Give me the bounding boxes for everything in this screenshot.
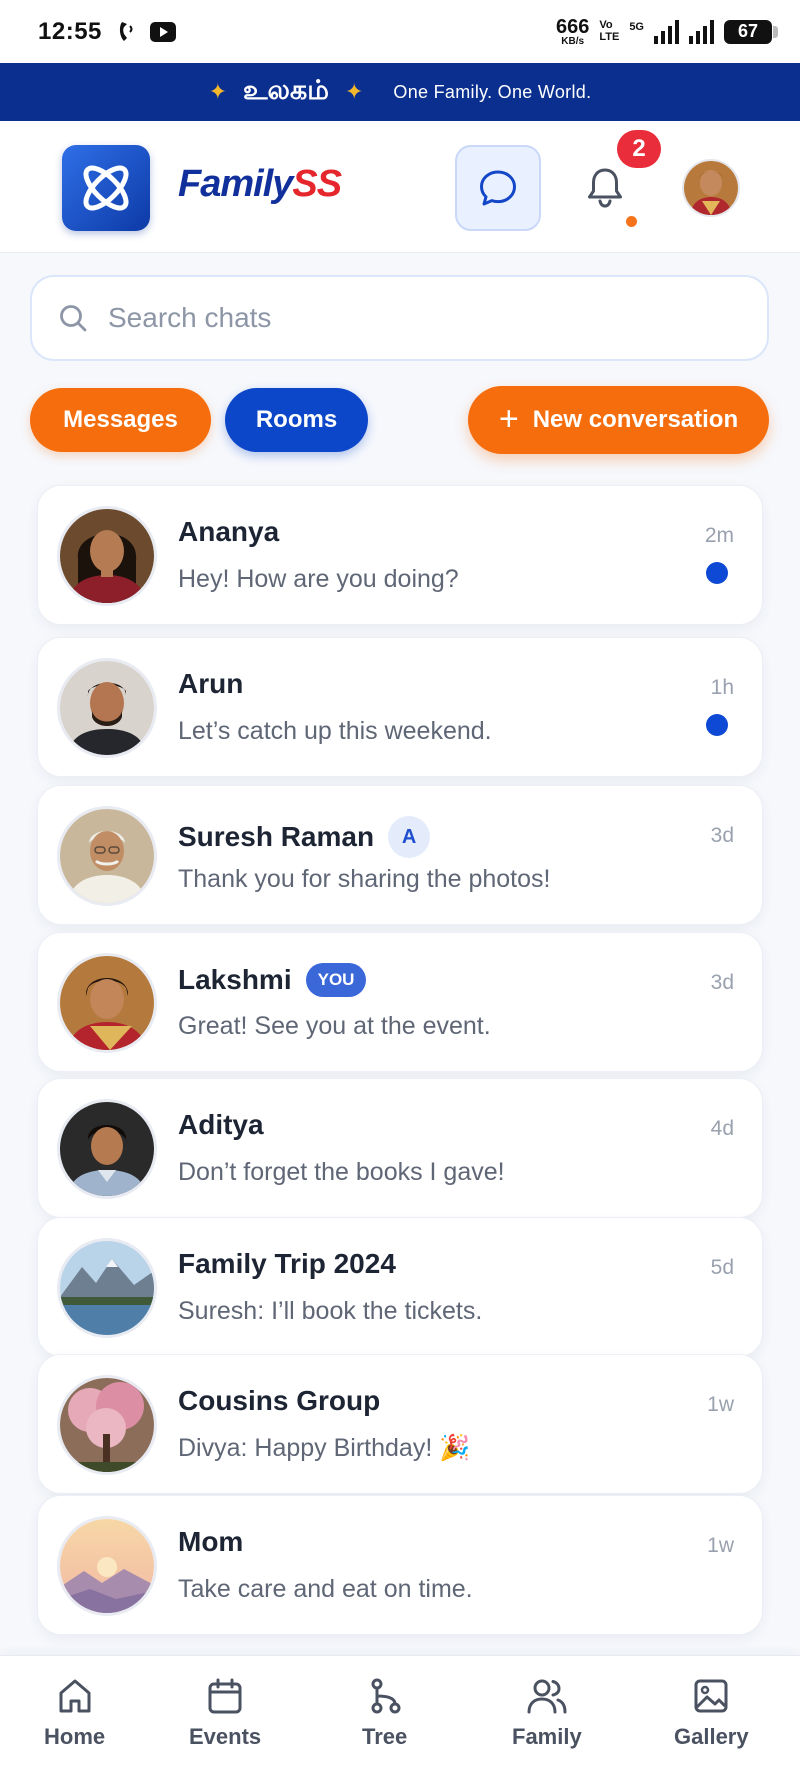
- youtube-icon: [149, 21, 176, 42]
- nav-home[interactable]: Home: [44, 1676, 105, 1750]
- nav-gallery[interactable]: Gallery: [674, 1676, 749, 1750]
- conversation-row-suresh-raman[interactable]: Suresh Raman A Thank you for sharing the…: [37, 785, 763, 925]
- unread-dot: [706, 714, 728, 736]
- timestamp: 1w: [707, 1534, 734, 1557]
- contact-name: Lakshmi: [178, 964, 292, 995]
- new-conversation-button[interactable]: + New conversation: [468, 386, 769, 454]
- avatar: [57, 1516, 157, 1616]
- conversation-row-ananya[interactable]: Ananya Hey! How are you doing? 2m: [37, 485, 763, 625]
- logo-icon[interactable]: [62, 145, 150, 231]
- contact-name: Aditya: [178, 1109, 264, 1140]
- unread-dot: [706, 562, 728, 584]
- message-preview: Don’t forget the books I gave!: [178, 1158, 505, 1186]
- avatar: [57, 806, 157, 906]
- star-icon: ✦: [208, 79, 228, 104]
- nav-family[interactable]: Family: [512, 1676, 582, 1750]
- volte-indicator: Vo LTE: [599, 18, 620, 43]
- nav-events[interactable]: Events: [189, 1676, 261, 1750]
- avatar: [57, 1375, 157, 1475]
- signal-icon-2: [689, 19, 714, 44]
- chat-button[interactable]: [455, 145, 541, 231]
- contact-name: Mom: [178, 1526, 244, 1557]
- conversation-row-lakshmi[interactable]: Lakshmi YOU Great! See you at the event.…: [37, 932, 763, 1072]
- nav-label: Events: [189, 1724, 262, 1749]
- avatar: [57, 953, 157, 1053]
- conversation-row-arun[interactable]: Arun Let’s catch up this weekend. 1h: [37, 637, 763, 777]
- status-bar: 12:55 666 KB/s Vo LTE 5G 67: [0, 0, 800, 63]
- timestamp: 1w: [707, 1393, 734, 1416]
- new-conversation-label: New conversation: [532, 406, 739, 433]
- avatar: [57, 506, 157, 606]
- nav-label: Family: [512, 1724, 582, 1749]
- contact-name: Family Trip 2024: [178, 1248, 396, 1279]
- banner-slogan: One Family. One World.: [393, 81, 592, 102]
- battery-indicator: 67: [724, 19, 778, 44]
- message-preview: Suresh: I’ll book the tickets.: [178, 1297, 483, 1325]
- timestamp: 3d: [710, 824, 734, 847]
- avatar: [57, 1238, 157, 1338]
- timestamp: 1h: [710, 676, 734, 699]
- message-preview: Hey! How are you doing?: [178, 565, 459, 593]
- nav-label: Tree: [362, 1724, 408, 1749]
- people-icon: [527, 1679, 567, 1714]
- nav-label: Gallery: [674, 1724, 749, 1749]
- conversation-row-aditya[interactable]: Aditya Don’t forget the books I gave! 4d: [37, 1078, 763, 1218]
- image-icon: [694, 1679, 728, 1713]
- conversation-row-mom[interactable]: Mom Take care and eat on time. 1w: [37, 1495, 763, 1635]
- message-preview: Let’s catch up this weekend.: [178, 717, 492, 745]
- avatar: [57, 1099, 157, 1199]
- signal-icon: [654, 19, 679, 44]
- status-dot: [626, 216, 637, 227]
- message-preview: Thank you for sharing the photos!: [178, 865, 551, 893]
- notification-badge: 2: [617, 130, 661, 168]
- timestamp: 5d: [710, 1256, 734, 1279]
- tab-rooms[interactable]: Rooms: [225, 388, 368, 452]
- calendar-icon: [208, 1678, 242, 1714]
- app-header: FamilySS 2: [0, 121, 800, 253]
- home-icon: [59, 1679, 91, 1713]
- contact-name: Ananya: [178, 516, 280, 547]
- you-badge: YOU: [305, 963, 367, 997]
- tree-icon: [371, 1678, 401, 1714]
- bell-icon: [588, 168, 622, 208]
- search-input[interactable]: [108, 302, 708, 334]
- avatar: [57, 658, 157, 758]
- timestamp: 3d: [710, 971, 734, 994]
- contact-name: Arun: [178, 668, 244, 699]
- brand-wordmark: FamilySS: [178, 163, 342, 205]
- timestamp: 4d: [710, 1117, 734, 1140]
- search-bar[interactable]: [30, 275, 769, 361]
- status-time: 12:55: [38, 17, 102, 45]
- message-preview: Take care and eat on time.: [178, 1575, 473, 1603]
- plus-icon: +: [498, 399, 519, 438]
- message-preview: Divya: Happy Birthday! 🎉: [178, 1434, 471, 1462]
- contact-name: Cousins Group: [178, 1385, 381, 1416]
- search-icon: [60, 305, 87, 332]
- timestamp: 2m: [704, 524, 734, 547]
- chat-bubble-icon: [480, 170, 516, 206]
- tab-messages[interactable]: Messages: [30, 388, 211, 452]
- top-banner: ✦ உலகம் ✦ One Family. One World.: [0, 63, 800, 121]
- call-icon: [119, 21, 133, 41]
- star-icon: ✦: [344, 79, 364, 104]
- net-speed: 666 KB/s: [555, 15, 590, 47]
- conversation-row-family-trip-2024[interactable]: Family Trip 2024 Suresh: I’ll book the t…: [37, 1217, 763, 1357]
- banner-tamil-text: உலகம்: [243, 74, 329, 106]
- nav-tree[interactable]: Tree: [362, 1676, 407, 1750]
- contact-name: Suresh Raman: [178, 821, 375, 852]
- bottom-navigation: Home Events Tree Family Gallery: [0, 1655, 800, 1787]
- conversation-row-cousins-group[interactable]: Cousins Group Divya: Happy Birthday! 🎉 1…: [37, 1354, 763, 1494]
- nav-label: Home: [44, 1724, 106, 1749]
- network-type: 5G: [629, 20, 644, 33]
- user-avatar[interactable]: [682, 159, 740, 217]
- admin-badge: A: [388, 816, 431, 858]
- message-preview: Great! See you at the event.: [178, 1012, 491, 1040]
